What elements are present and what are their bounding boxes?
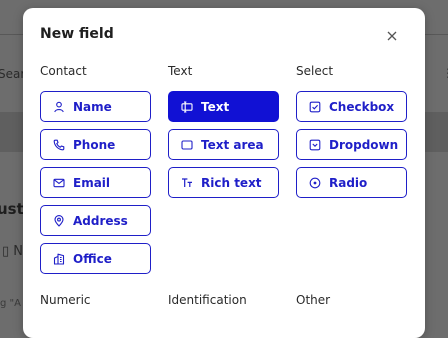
text-cursor-icon — [181, 100, 193, 113]
option-label: Rich text — [201, 175, 262, 190]
option-text-area[interactable]: Text area — [168, 129, 279, 160]
option-label: Phone — [73, 137, 116, 152]
option-label: Checkbox — [329, 99, 395, 114]
heading-text: Text — [168, 64, 193, 78]
close-icon — [387, 31, 397, 41]
heading-numeric: Numeric — [40, 293, 91, 307]
option-label: Name — [73, 99, 112, 114]
envelope-icon — [53, 177, 65, 189]
location-pin-icon — [53, 214, 65, 227]
radio-icon — [309, 177, 321, 189]
background-row-fragment: ▯ N — [2, 244, 24, 259]
option-label: Text — [201, 99, 230, 114]
dropdown-icon — [309, 139, 321, 151]
option-label: Email — [73, 175, 111, 190]
modal-title: New field — [40, 26, 114, 42]
option-rich-text[interactable]: Rich text — [168, 167, 279, 198]
building-icon — [53, 253, 65, 265]
option-dropdown[interactable]: Dropdown — [296, 129, 407, 160]
option-label: Text area — [201, 137, 264, 152]
option-email[interactable]: Email — [40, 167, 151, 198]
option-label: Address — [73, 213, 128, 228]
option-name[interactable]: Name — [40, 91, 151, 122]
row-label: N — [13, 244, 24, 259]
phone-icon — [53, 139, 65, 151]
close-button[interactable] — [381, 25, 403, 47]
option-office[interactable]: Office — [40, 243, 151, 274]
person-icon — [53, 101, 65, 113]
rich-text-icon — [181, 177, 193, 189]
option-text[interactable]: Text — [168, 91, 279, 122]
option-checkbox[interactable]: Checkbox — [296, 91, 407, 122]
option-label: Office — [73, 251, 112, 266]
heading-other: Other — [296, 293, 331, 307]
option-address[interactable]: Address — [40, 205, 151, 236]
heading-select: Select — [296, 64, 334, 78]
heading-contact: Contact — [40, 64, 87, 78]
more-icon: ⋮ — [442, 66, 448, 80]
option-label: Dropdown — [329, 137, 399, 152]
option-label: Radio — [329, 175, 368, 190]
textarea-icon — [181, 139, 193, 151]
heading-identification: Identification — [168, 293, 247, 307]
option-radio[interactable]: Radio — [296, 167, 407, 198]
option-phone[interactable]: Phone — [40, 129, 151, 160]
background-hint-fragment: g "A — [0, 298, 21, 309]
checkbox-icon — [309, 101, 321, 113]
new-field-modal: New field Contact Text Select Name Phone… — [23, 8, 425, 338]
